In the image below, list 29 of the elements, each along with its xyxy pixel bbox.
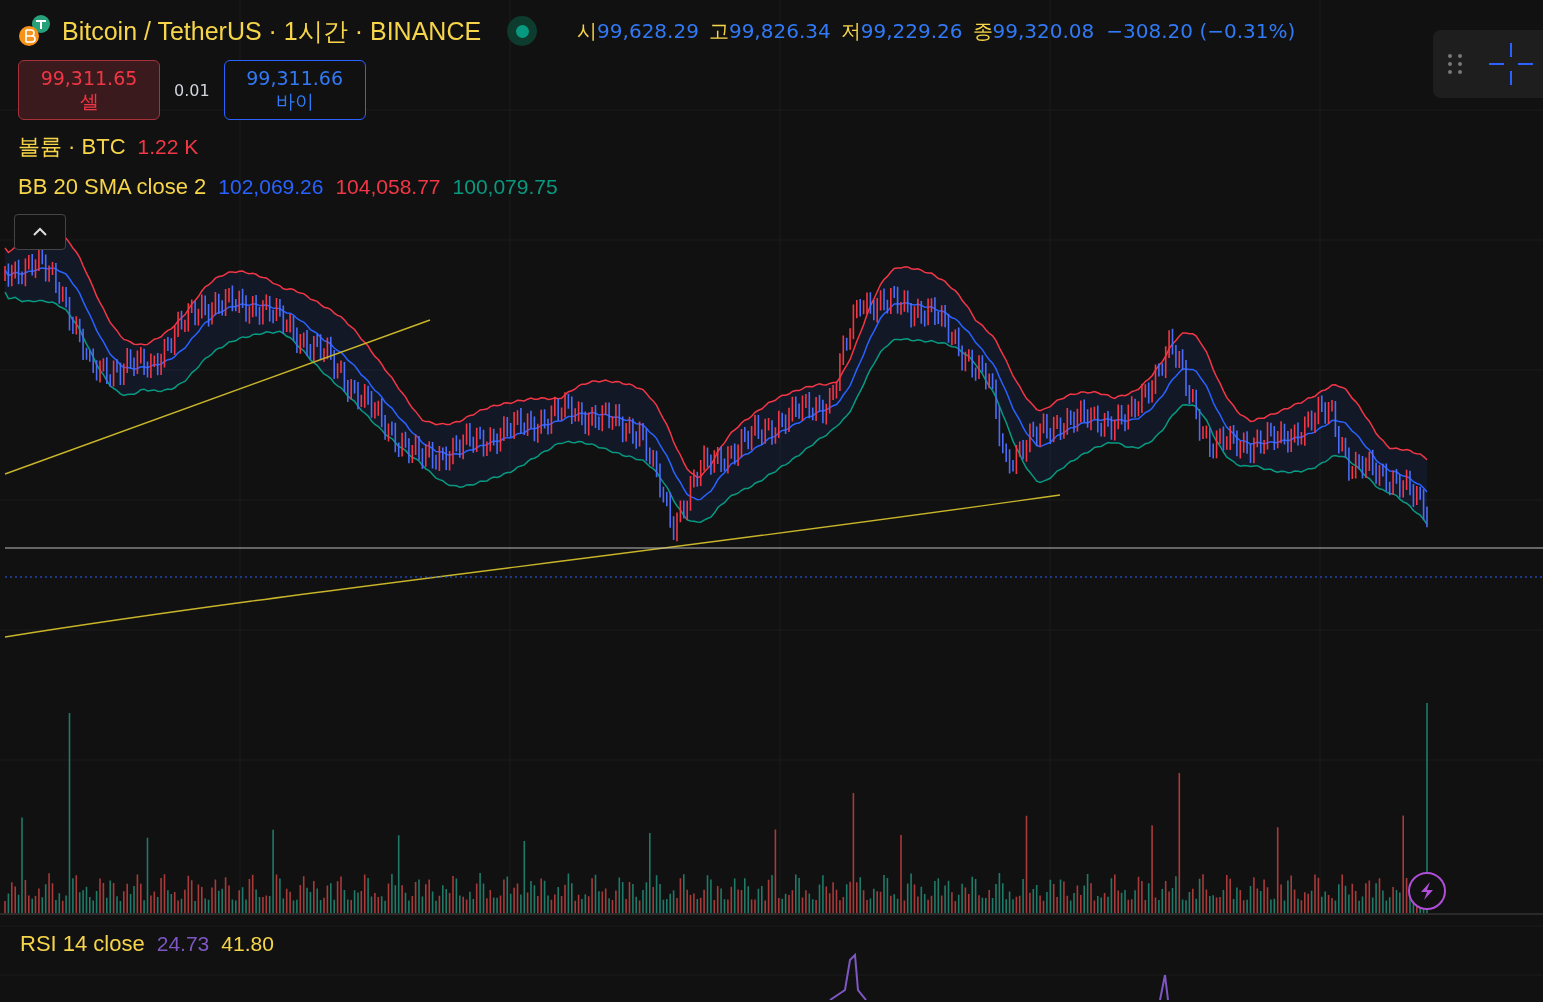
coin-pair-icon (18, 14, 52, 48)
rsi-line (829, 952, 867, 1000)
sell-button[interactable]: 99,311.65 셀 (18, 60, 160, 120)
price-change: −308.20 (−0.31%) (1106, 19, 1296, 43)
indicator-value: 104,058.77 (335, 175, 441, 199)
trend-line[interactable] (4, 319, 431, 475)
spread-value: 0.01 (174, 80, 210, 100)
indicator-name[interactable]: RSI 14 close (20, 931, 145, 957)
indicator-value: 1.22 K (137, 135, 199, 159)
indicator-value: 100,079.75 (452, 175, 558, 199)
symbol-title[interactable]: Bitcoin / TetherUS · 1시간 · BINANCE (62, 14, 482, 48)
ohlc-value: 시99,628.29 (577, 17, 699, 45)
chevron-up-icon (32, 227, 48, 237)
ohlc-value: 종99,320.08 (972, 17, 1095, 45)
drag-handle-icon[interactable] (1447, 53, 1463, 75)
lightning-icon (1418, 881, 1436, 901)
ohlc-value: 고99,826.34 (708, 17, 831, 45)
indicator-value: 41.80 (221, 932, 274, 956)
collapse-button[interactable] (14, 214, 66, 250)
trend-line[interactable] (4, 494, 1061, 638)
ohlc-value: 저99,229.26 (840, 17, 963, 45)
indicator-name[interactable]: BB 20 SMA close 2 (18, 174, 207, 200)
indicator-value: 24.73 (156, 932, 210, 956)
crosshair-icon[interactable] (1489, 43, 1533, 85)
rsi-line (1159, 974, 1169, 1000)
buy-button[interactable]: 99,311.66 바이 (223, 60, 366, 120)
indicator-value: 102,069.26 (218, 175, 324, 199)
lightning-button[interactable] (1408, 872, 1446, 910)
indicator-name[interactable]: 볼륨 · BTC (18, 132, 126, 162)
